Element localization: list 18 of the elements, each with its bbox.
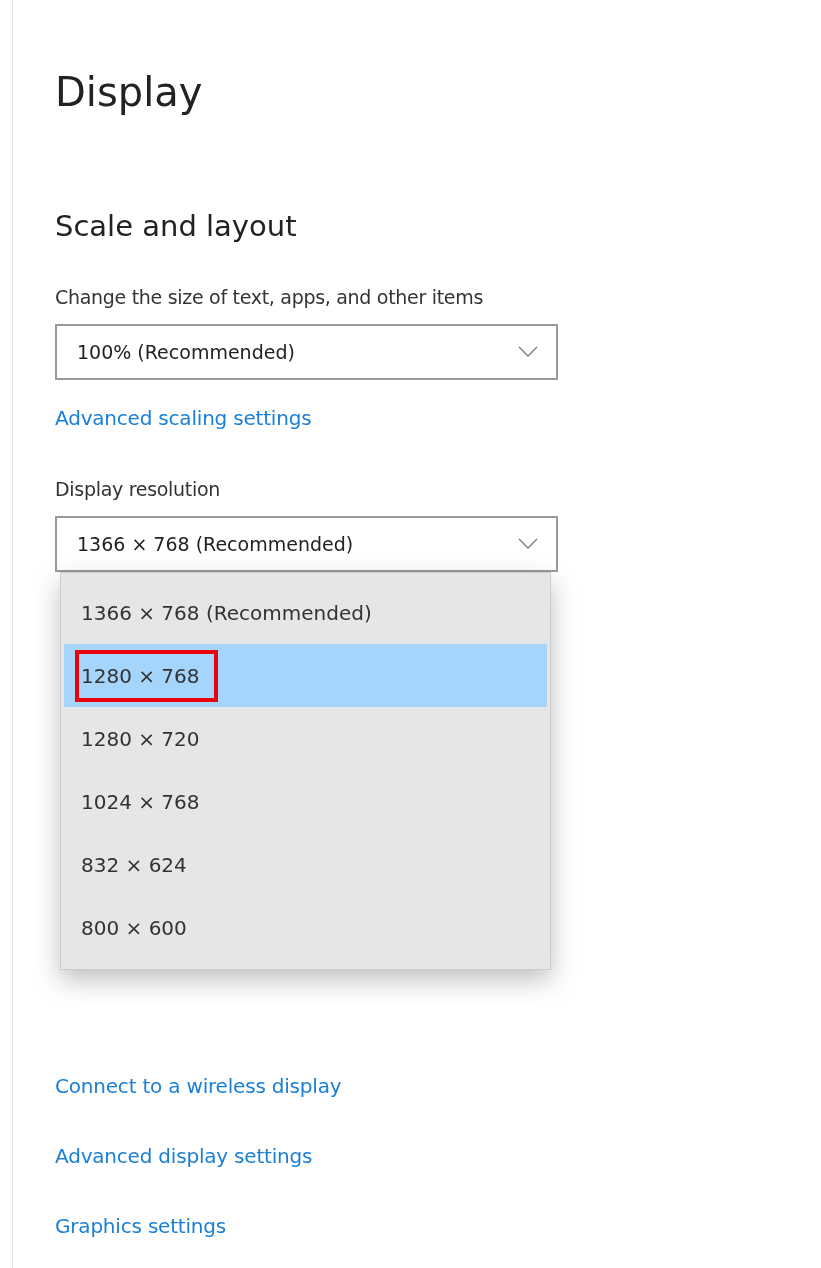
resolution-option[interactable]: 1024 × 768 [64, 770, 547, 833]
resolution-option[interactable]: 800 × 600 [64, 896, 547, 959]
section-heading: Scale and layout [55, 208, 298, 245]
settings-link[interactable]: Advanced scaling settings [55, 404, 312, 432]
settings-link[interactable]: Connect to a wireless display [55, 1072, 342, 1100]
field-label: Change the size of text, apps, and other items [55, 285, 485, 310]
settings-link[interactable]: Graphics settings [55, 1212, 227, 1240]
resolution-option[interactable]: 1366 × 768 (Recommended) [64, 581, 547, 644]
settings-link[interactable]: Advanced display settings [55, 1142, 313, 1170]
chevron-down-icon [518, 346, 538, 358]
resolution-dropdown[interactable]: 1366 × 768 (Recommended) [55, 516, 558, 572]
field-label: Display resolution [55, 477, 221, 502]
chevron-down-icon [518, 538, 538, 550]
resolution-option[interactable]: 1280 × 768 [64, 644, 547, 707]
page-title: Display [55, 68, 204, 117]
resolution-option[interactable]: 1280 × 720 [64, 707, 547, 770]
resolution-option[interactable]: 832 × 624 [64, 833, 547, 896]
scale-dropdown[interactable]: 100% (Recommended) [55, 324, 558, 380]
